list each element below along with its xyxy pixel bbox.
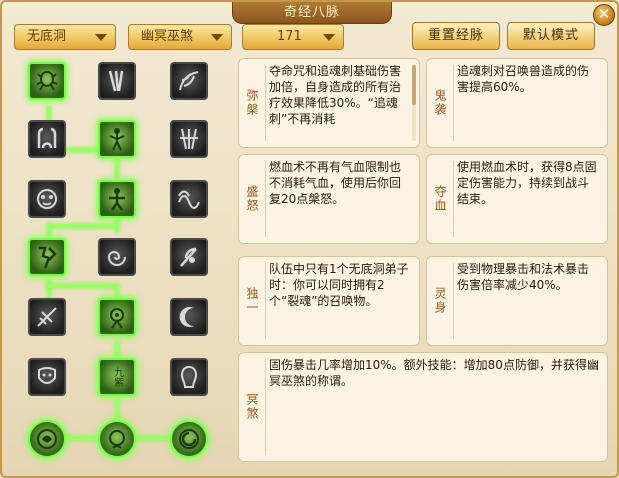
- school-dropdown-value: 幽冥巫煞: [141, 29, 194, 44]
- reset-meridian-button[interactable]: 重置经脉: [412, 22, 500, 50]
- skill-name: 灵身: [433, 287, 447, 315]
- meridian-node[interactable]: [28, 358, 66, 396]
- meridian-grid: 九紫: [14, 52, 224, 470]
- meridian-node[interactable]: [28, 298, 66, 336]
- meridian-link-line: [47, 280, 51, 298]
- eye-icon: [110, 308, 124, 329]
- meridian-node[interactable]: [170, 238, 208, 276]
- card-divider: [453, 263, 454, 339]
- close-button[interactable]: ✕: [593, 4, 615, 26]
- skill-description: 队伍中只有1个无底洞弟子时：你可以同时拥有2个“裂魂”的召唤物。: [269, 262, 409, 308]
- skill-name: 弥槃: [245, 89, 259, 117]
- card-divider: [453, 161, 454, 237]
- blade-icon: [37, 307, 57, 327]
- card-divider: [265, 263, 266, 339]
- skill-description: 燃血术不再有气血限制也不消耗气血，使用后你回复20点槃怒。: [269, 160, 402, 206]
- meridian-node[interactable]: [28, 180, 66, 218]
- skill-card: 冥煞 固伤暴击几率增加10%。额外技能：增加80点防御，并获得幽冥巫煞的称谓。: [238, 352, 608, 462]
- level-dropdown[interactable]: 171: [242, 24, 344, 50]
- window-title: 奇经八脉: [232, 2, 392, 24]
- meridian-node[interactable]: [28, 62, 66, 100]
- wave-icon: [178, 190, 200, 209]
- orb-right-icon: [179, 429, 199, 449]
- book-icon: 九紫: [111, 367, 123, 387]
- skill-name: 鬼袭: [433, 89, 447, 117]
- skill-description: 使用燃血术时，获得8点固定伤害能力，持续到战斗结束。: [457, 160, 597, 206]
- meridian-node[interactable]: 九紫: [98, 358, 136, 396]
- skill-name: 独一: [245, 287, 259, 315]
- skull-icon: [39, 246, 57, 269]
- meridian-node[interactable]: [98, 420, 136, 458]
- claw-mark-icon: [108, 70, 124, 92]
- meridian-node[interactable]: [28, 238, 66, 276]
- skill-card: 鬼袭 追魂刺对召唤兽造成的伤害提高60%。: [426, 58, 608, 148]
- vortex-icon: [107, 251, 126, 266]
- meridian-node[interactable]: [170, 180, 208, 218]
- card-divider: [453, 65, 454, 141]
- skill-card: 夺血 使用燃血术时，获得8点固定伤害能力，持续到战斗结束。: [426, 154, 608, 244]
- meridian-node[interactable]: [98, 62, 136, 100]
- orb-center-icon: [109, 430, 125, 449]
- meridian-node[interactable]: [98, 238, 136, 276]
- crescent-icon: [179, 307, 194, 327]
- skill-description: 受到物理暴击和法术暴击伤害倍率减少40%。: [457, 262, 590, 292]
- skill-card: 灵身 受到物理暴击和法术暴击伤害倍率减少40%。: [426, 256, 608, 346]
- card-divider: [265, 65, 266, 141]
- chevron-down-icon: [211, 34, 223, 41]
- meridian-link-line: [47, 224, 117, 228]
- orb-left-icon: [37, 429, 57, 449]
- skill-description: 固伤暴击几率增加10%。额外技能：增加80点防御，并获得幽冥巫煞的称谓。: [269, 358, 599, 388]
- card-scrollbar[interactable]: [412, 65, 416, 141]
- chevron-down-icon: [95, 34, 107, 41]
- meridian-link-line: [47, 284, 117, 288]
- spider-icon: [36, 70, 58, 91]
- sect-dropdown-value: 无底洞: [27, 29, 67, 44]
- meridian-link-line: [115, 400, 119, 422]
- school-dropdown[interactable]: 幽冥巫煞: [128, 24, 232, 50]
- skill-name: 夺血: [433, 185, 447, 213]
- meridian-node[interactable]: [98, 120, 136, 158]
- meridian-node[interactable]: [170, 420, 208, 458]
- card-divider: [265, 359, 266, 455]
- horns-icon: [37, 127, 57, 149]
- figure-icon: [109, 188, 125, 211]
- mask-icon: [38, 367, 56, 384]
- meridian-window: 奇经八脉 ✕ 无底洞 幽冥巫煞 171 重置经脉 默认模式 九紫 弥槃 夺命咒和追…: [0, 0, 619, 478]
- chevron-down-icon: [323, 34, 335, 41]
- meridian-node[interactable]: [170, 358, 208, 396]
- dancer-icon: [109, 128, 125, 151]
- feather-icon: [180, 128, 198, 150]
- skill-card: 独一 队伍中只有1个无底洞弟子时：你可以同时拥有2个“裂魂”的召唤物。: [238, 256, 420, 346]
- meridian-node[interactable]: [28, 120, 66, 158]
- skill-name: 盛怒: [245, 185, 259, 213]
- meridian-node[interactable]: [170, 62, 208, 100]
- meridian-node[interactable]: [170, 120, 208, 158]
- level-dropdown-value: 171: [277, 29, 302, 44]
- skill-description: 夺命咒和追魂刺基础伤害加倍，自身造成的所有治疗效果降低30%。“追魂刺”不再消耗: [269, 64, 402, 126]
- default-mode-button[interactable]: 默认模式: [507, 22, 595, 50]
- meridian-node[interactable]: [98, 180, 136, 218]
- face-icon: [37, 189, 57, 209]
- skill-card: 弥槃 夺命咒和追魂刺基础伤害加倍，自身造成的所有治疗效果降低30%。“追魂刺”不再…: [238, 58, 420, 148]
- sect-dropdown[interactable]: 无底洞: [14, 24, 116, 50]
- card-divider: [265, 161, 266, 237]
- skill-card: 盛怒 燃血术不再有气血限制也不消耗气血，使用后你回复20点槃怒。: [238, 154, 420, 244]
- spirit-icon: [180, 365, 198, 388]
- leaves-icon: [179, 71, 199, 91]
- skill-description: 追魂刺对召唤兽造成的伤害提高60%。: [457, 64, 590, 94]
- meridian-node[interactable]: [170, 298, 208, 336]
- reaper-icon: [180, 247, 197, 267]
- meridian-node[interactable]: [28, 420, 66, 458]
- meridian-node[interactable]: [98, 298, 136, 336]
- skill-name: 冥煞: [245, 393, 259, 421]
